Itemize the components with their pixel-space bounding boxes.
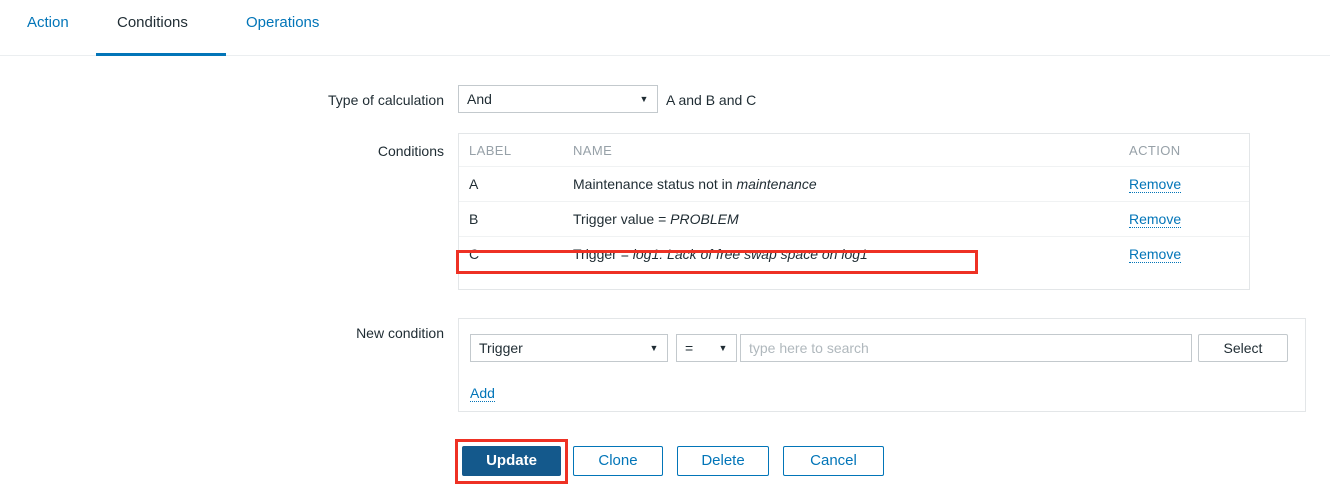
type-of-calculation-value: And (467, 91, 492, 107)
condition-action-c: Remove (1129, 237, 1249, 272)
conditions-table-body: A Maintenance status not in maintenance … (459, 166, 1249, 272)
condition-name-prefix: Trigger value = (573, 211, 671, 227)
new-condition-operator-value: = (685, 340, 694, 356)
chevron-down-icon: ▼ (718, 343, 728, 353)
cancel-button[interactable]: Cancel (783, 446, 884, 476)
new-condition-panel (458, 318, 1306, 412)
table-row: B Trigger value = PROBLEM Remove (459, 201, 1249, 237)
type-of-calculation-select[interactable]: And ▼ (458, 85, 658, 113)
condition-label-c: C (469, 246, 480, 262)
update-button[interactable]: Update (462, 446, 561, 476)
conditions-label: Conditions (377, 143, 444, 159)
condition-name-value: log1: Lack of free swap space on log1 (632, 246, 868, 262)
conditions-table: LABEL NAME ACTION A Maintenance status n… (459, 134, 1249, 271)
table-row: C Trigger = log1: Lack of free swap spac… (459, 237, 1249, 272)
table-header-row: LABEL NAME ACTION (459, 134, 1249, 167)
condition-name-c: Trigger = log1: Lack of free swap space … (573, 237, 1129, 272)
tab-operations[interactable]: Operations (246, 13, 319, 33)
add-condition-link[interactable]: Add (470, 385, 495, 402)
condition-action-b: Remove (1129, 201, 1249, 237)
condition-action-a: Remove (1129, 166, 1249, 202)
select-button[interactable]: Select (1198, 334, 1288, 362)
condition-label-a: A (459, 166, 573, 202)
tab-conditions[interactable]: Conditions (117, 13, 188, 33)
column-header-action: ACTION (1129, 134, 1249, 167)
calculation-formula: A and B and C (666, 92, 757, 108)
condition-name-b: Trigger value = PROBLEM (573, 201, 1129, 237)
new-condition-type-value: Trigger (479, 340, 523, 356)
clone-button[interactable]: Clone (573, 446, 663, 476)
tab-bar: Action Conditions Operations (0, 0, 1330, 56)
chevron-down-icon: ▼ (649, 343, 659, 353)
new-condition-type-select[interactable]: Trigger ▼ (470, 334, 668, 362)
condition-label-b: B (459, 201, 573, 237)
condition-name-value: PROBLEM (670, 211, 739, 227)
column-header-label: LABEL (459, 134, 573, 167)
new-condition-operator-select[interactable]: = ▼ (676, 334, 737, 362)
conditions-panel: LABEL NAME ACTION A Maintenance status n… (458, 133, 1250, 290)
active-tab-indicator (96, 53, 226, 56)
chevron-down-icon: ▼ (639, 94, 649, 104)
table-row: A Maintenance status not in maintenance … (459, 166, 1249, 202)
tab-action[interactable]: Action (27, 13, 69, 33)
condition-name-a: Maintenance status not in maintenance (573, 166, 1129, 202)
conditions-table-head: LABEL NAME ACTION (459, 134, 1249, 167)
delete-button[interactable]: Delete (677, 446, 769, 476)
remove-link[interactable]: Remove (1129, 176, 1182, 193)
remove-link[interactable]: Remove (1129, 211, 1182, 228)
type-of-calculation-label: Type of calculation (328, 92, 444, 108)
column-header-name: NAME (573, 134, 1129, 167)
new-condition-label: New condition (356, 325, 444, 341)
condition-name-prefix: Trigger = (573, 246, 633, 262)
new-condition-search-input[interactable] (740, 334, 1192, 362)
remove-link[interactable]: Remove (1129, 246, 1182, 263)
condition-name-prefix: Maintenance status not in (573, 176, 737, 192)
condition-name-value: maintenance (736, 176, 817, 192)
